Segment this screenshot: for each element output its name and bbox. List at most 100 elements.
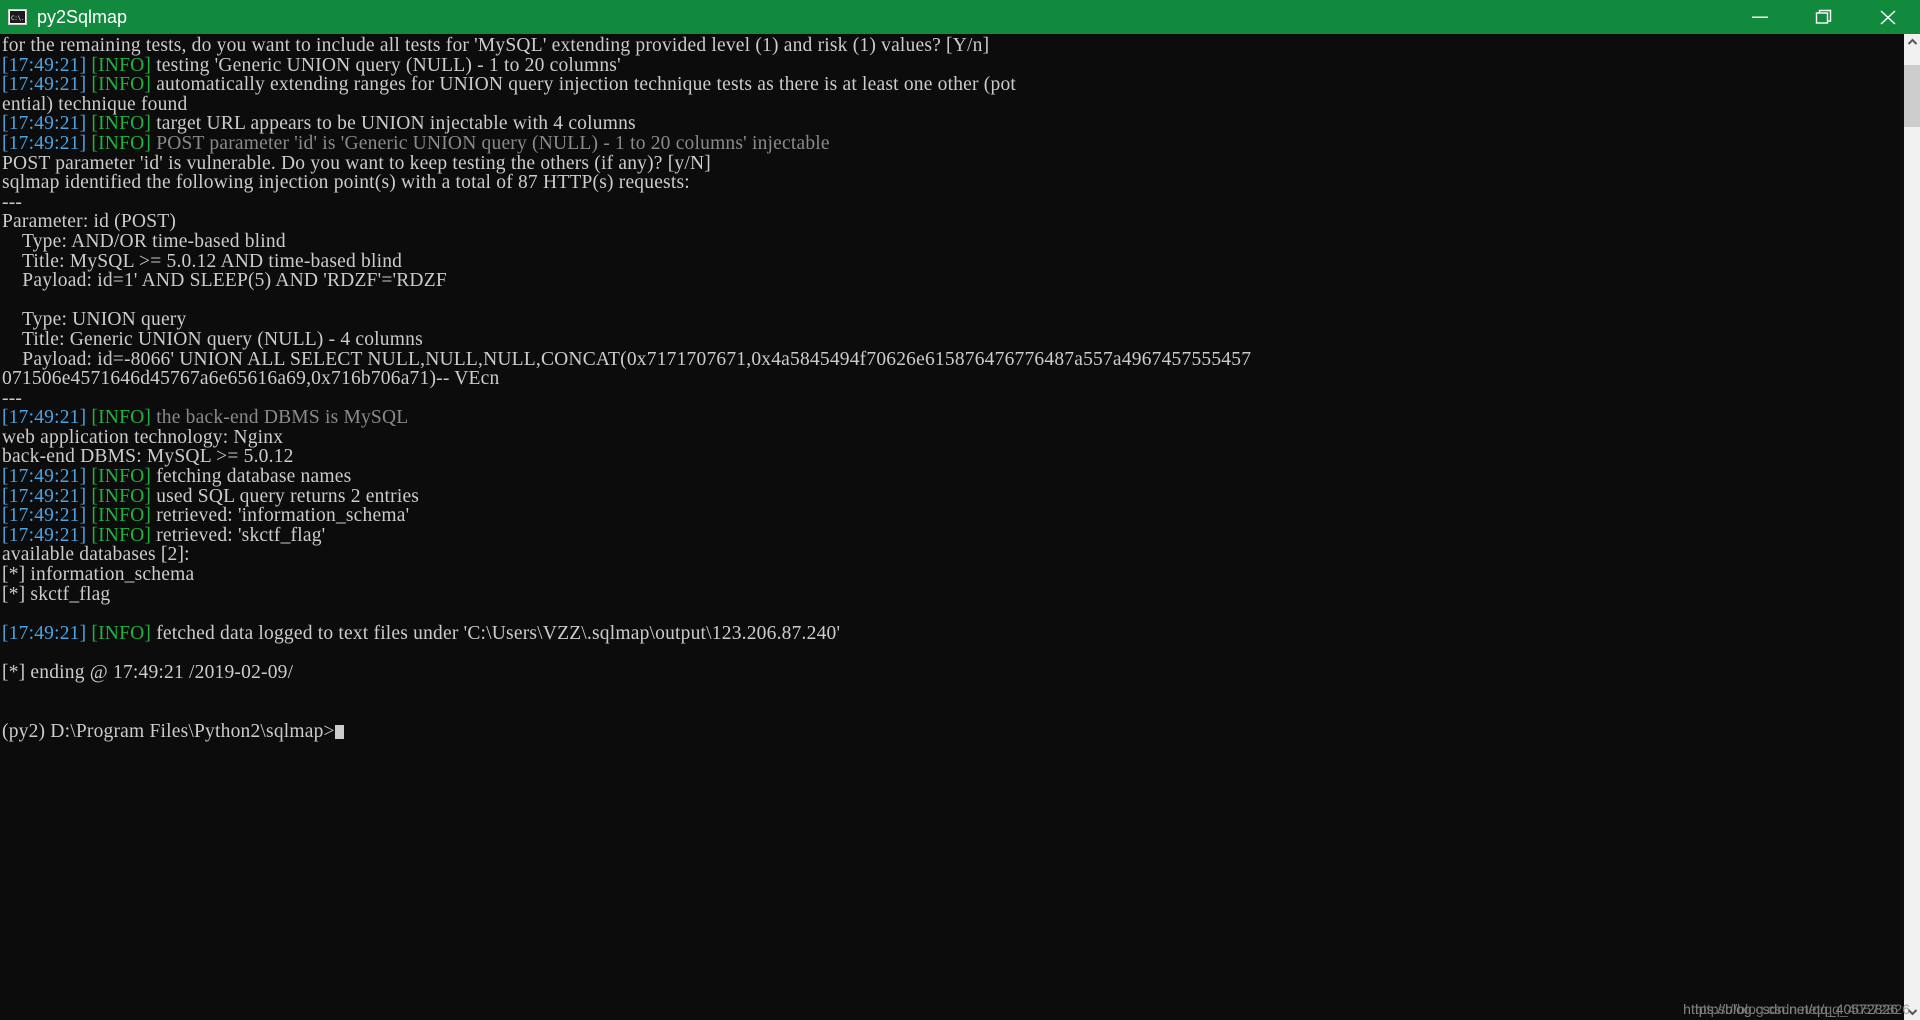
text-cursor bbox=[334, 724, 344, 739]
console-text: fetching database names bbox=[156, 466, 352, 488]
console-text: POST parameter 'id' is 'Generic UNION qu… bbox=[156, 132, 747, 154]
console-line: [*] ending @ 17:49:21 /2019-02-09/ bbox=[2, 663, 1903, 683]
console-line: sqlmap identified the following injectio… bbox=[2, 173, 1903, 193]
console-timestamp: [17:49:21] bbox=[2, 524, 87, 546]
console-line: Type: UNION query bbox=[2, 310, 1903, 330]
window-title: py2Sqlmap bbox=[37, 7, 128, 27]
cmd-console-icon bbox=[8, 9, 27, 25]
console-text: Payload: id=-8066' UNION ALL SELECT NULL… bbox=[2, 348, 1252, 370]
console-text: Payload: id=1' AND SLEEP(5) AND 'RDZF'='… bbox=[2, 270, 447, 292]
console-timestamp: [17:49:21] bbox=[2, 407, 87, 429]
close-button[interactable] bbox=[1856, 0, 1920, 34]
minimize-icon bbox=[1752, 16, 1768, 18]
console-text: target URL appears to be UNION injectabl… bbox=[156, 113, 636, 135]
console-timestamp: [17:49:21] bbox=[2, 113, 87, 135]
console-info-tag: [INFO] bbox=[91, 622, 152, 644]
console-text: [*] ending @ 17:49:21 /2019-02-09/ bbox=[2, 662, 294, 683]
console-line: Parameter: id (POST) bbox=[2, 212, 1903, 232]
console-text: Type: AND/OR time-based blind bbox=[2, 230, 286, 252]
console-text: --- bbox=[2, 387, 23, 409]
console-line: [17:49:21] [INFO] testing 'Generic UNION… bbox=[2, 54, 1903, 76]
console-text: Title: Generic UNION query (NULL) - 4 co… bbox=[2, 328, 423, 350]
console-text: fetched data logged to text files under … bbox=[156, 622, 841, 644]
console-text: Type: UNION query bbox=[2, 309, 187, 331]
console-line: back-end DBMS: MySQL >= 5.0.12 bbox=[2, 447, 1903, 467]
console-line: --- bbox=[2, 387, 1903, 409]
console-text: retrieved: 'information_schema' bbox=[156, 505, 410, 527]
console-text: the back-end DBMS is MySQL bbox=[156, 407, 409, 429]
console-text: sqlmap identified the following injectio… bbox=[2, 172, 690, 194]
console-timestamp: [17:49:21] bbox=[2, 74, 87, 96]
vertical-scrollbar[interactable] bbox=[1903, 34, 1920, 1020]
close-icon bbox=[1880, 10, 1896, 25]
console-line: for the remaining tests, do you want to … bbox=[2, 36, 1903, 56]
console-body: for the remaining tests, do you want to … bbox=[0, 34, 1920, 1020]
console-info-tag: [INFO] bbox=[91, 505, 152, 527]
console-info-tag: [INFO] bbox=[91, 407, 152, 429]
console-line: POST parameter 'id' is vulnerable. Do yo… bbox=[2, 152, 1903, 174]
console-line: Type: AND/OR time-based blind bbox=[2, 232, 1903, 252]
console-line: [17:49:21] [INFO] POST parameter 'id' is… bbox=[2, 134, 1903, 154]
console-line: [17:49:21] [INFO] fetched data logged to… bbox=[2, 624, 1903, 644]
restore-icon bbox=[1815, 9, 1832, 24]
console-text: automatically extending ranges for UNION… bbox=[156, 74, 1017, 96]
window-controls bbox=[1728, 0, 1920, 34]
terminal-output-area[interactable]: for the remaining tests, do you want to … bbox=[0, 34, 1903, 1020]
maximize-button[interactable] bbox=[1792, 0, 1856, 34]
chevron-up-icon bbox=[1907, 38, 1917, 45]
console-timestamp: [17:49:21] bbox=[2, 132, 87, 154]
scroll-down-button[interactable] bbox=[1904, 1003, 1920, 1020]
console-text: Title: MySQL >= 5.0.12 AND time-based bl… bbox=[2, 250, 403, 272]
title-bar[interactable]: py2Sqlmap bbox=[0, 0, 1920, 34]
console-window: py2Sqlmap for the remain bbox=[0, 0, 1920, 1020]
console-line: Payload: id=-8066' UNION ALL SELECT NULL… bbox=[2, 348, 1903, 370]
console-timestamp: [17:49:21] bbox=[2, 505, 87, 527]
console-timestamp: [17:49:21] bbox=[2, 466, 87, 488]
console-prompt: (py2) D:\Program Files\Python2\sqlmap> bbox=[2, 720, 335, 742]
scroll-up-button[interactable] bbox=[1904, 34, 1920, 51]
console-text: POST parameter 'id' is vulnerable. Do yo… bbox=[2, 152, 711, 174]
console-line: web application technology: Nginx bbox=[2, 428, 1903, 448]
scrollbar-thumb[interactable] bbox=[1904, 65, 1920, 127]
console-info-tag: [INFO] bbox=[91, 132, 152, 154]
console-line: available databases [2]: bbox=[2, 545, 1903, 565]
console-line: [17:49:21] [INFO] retrieved: 'informatio… bbox=[2, 506, 1903, 526]
console-line: [17:49:21] [INFO] used SQL query returns… bbox=[2, 485, 1903, 507]
console-line: [17:49:21] [INFO] retrieved: 'skctf_flag… bbox=[2, 526, 1903, 546]
console-text: 071506e4571646d45767a6e65616a69,0x716b70… bbox=[2, 368, 500, 390]
minimize-button[interactable] bbox=[1728, 0, 1792, 34]
console-line: Title: MySQL >= 5.0.12 AND time-based bl… bbox=[2, 250, 1903, 272]
chevron-down-icon bbox=[1907, 1009, 1917, 1016]
scrollbar-track[interactable] bbox=[1904, 51, 1920, 1003]
console-line: [*] information_schema bbox=[2, 565, 1903, 585]
console-info-tag: [INFO] bbox=[91, 524, 152, 546]
console-line: [17:49:21] [INFO] target URL appears to … bbox=[2, 114, 1903, 134]
console-line: Title: Generic UNION query (NULL) - 4 co… bbox=[2, 330, 1903, 350]
console-text: back-end DBMS: MySQL >= 5.0.12 bbox=[2, 446, 294, 468]
console-line: [17:49:21] [INFO] fetching database name… bbox=[2, 467, 1903, 487]
title-bar-left: py2Sqlmap bbox=[0, 0, 127, 34]
console-line: [*] skctf_flag bbox=[2, 583, 1903, 605]
console-line: 071506e4571646d45767a6e65616a69,0x716b70… bbox=[2, 369, 1903, 389]
console-text: Parameter: id (POST) bbox=[2, 211, 177, 233]
console-info-tag: [INFO] bbox=[91, 74, 152, 96]
console-text-dim: injectable bbox=[746, 132, 830, 154]
console-info-tag: [INFO] bbox=[91, 485, 152, 507]
console-text: retrieved: 'skctf_flag' bbox=[156, 524, 326, 546]
console-timestamp: [17:49:21] bbox=[2, 54, 87, 76]
console-text: web application technology: Nginx bbox=[2, 426, 284, 448]
console-timestamp: [17:49:21] bbox=[2, 622, 87, 644]
console-text: testing 'Generic UNION query (NULL) - 1 … bbox=[156, 54, 621, 76]
console-text: used SQL query returns 2 entries bbox=[156, 485, 420, 507]
console-line: --- bbox=[2, 191, 1903, 213]
console-timestamp: [17:49:21] bbox=[2, 485, 87, 507]
terminal-lines: for the remaining tests, do you want to … bbox=[2, 36, 1903, 741]
console-text: --- bbox=[2, 191, 23, 213]
console-text: [*] skctf_flag bbox=[2, 583, 111, 605]
console-prompt-line: (py2) D:\Program Files\Python2\sqlmap> bbox=[2, 720, 1903, 742]
console-line: Payload: id=1' AND SLEEP(5) AND 'RDZF'='… bbox=[2, 271, 1903, 291]
